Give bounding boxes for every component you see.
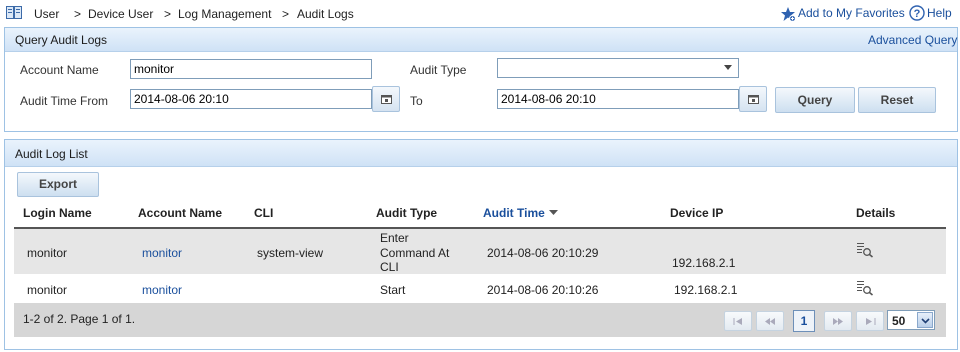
account-name-input[interactable]: [130, 59, 372, 79]
query-panel: Query Audit Logs Advanced Query Account …: [4, 27, 958, 132]
next-page-icon: [833, 318, 843, 325]
calendar-button-to[interactable]: [739, 86, 767, 112]
svg-text:?: ?: [914, 8, 921, 20]
column-header-login-name: Login Name: [23, 206, 92, 220]
pagination-summary: 1-2 of 2. Page 1 of 1.: [23, 312, 136, 326]
breadcrumb-separator: >: [164, 7, 172, 21]
query-button[interactable]: Query: [775, 87, 855, 113]
audit-type-line: Start: [380, 283, 406, 297]
book-icon: [6, 6, 22, 19]
to-label: To: [410, 94, 423, 108]
pagination-bar: 1-2 of 2. Page 1 of 1. 1 50: [14, 303, 946, 337]
account-name-link[interactable]: monitor: [142, 283, 182, 297]
chevron-down-icon: [921, 318, 930, 324]
account-name-label: Account Name: [20, 63, 99, 77]
list-panel-header: Audit Log List: [5, 140, 957, 167]
calendar-icon: [381, 95, 392, 104]
list-panel-title: Audit Log List: [15, 147, 88, 161]
audit-type-line: CLI: [380, 260, 399, 274]
breadcrumb-log-management[interactable]: Log Management: [178, 7, 271, 21]
audit-type-line: Enter: [380, 231, 409, 245]
table-row[interactable]: monitor monitor system-view Enter Comman…: [14, 229, 946, 274]
calendar-button-from[interactable]: [372, 86, 400, 112]
audit-type-label: Audit Type: [410, 63, 467, 77]
device-ip-cell: 192.168.2.1: [674, 283, 738, 297]
account-name-link[interactable]: monitor: [142, 246, 182, 260]
breadcrumb-user[interactable]: User: [34, 7, 59, 21]
breadcrumb-device-user[interactable]: Device User: [88, 7, 153, 21]
last-page-icon: [866, 318, 876, 325]
column-header-device-ip: Device IP: [670, 206, 724, 220]
sort-descending-icon[interactable]: [549, 210, 558, 216]
audit-time-from-input[interactable]: [130, 89, 372, 109]
previous-page-icon: [765, 318, 775, 325]
details-icon[interactable]: [856, 279, 874, 296]
column-header-cli: CLI: [254, 206, 274, 220]
audit-type-select[interactable]: [497, 58, 739, 78]
column-header-account-name: Account Name: [138, 206, 223, 220]
audit-time-to-input[interactable]: [497, 89, 739, 109]
login-name-cell: monitor: [27, 283, 68, 297]
page-size-value: 50: [892, 314, 906, 328]
page-size-select[interactable]: 50: [887, 310, 935, 330]
page-size-dropdown-button[interactable]: [917, 312, 933, 328]
previous-page-button[interactable]: [756, 311, 784, 331]
help-icon[interactable]: ?: [909, 5, 925, 21]
audit-type-line: Command At: [380, 246, 450, 260]
table-row[interactable]: monitor monitor Start 2014-08-06 20:10:2…: [14, 274, 946, 303]
first-page-icon: [733, 318, 742, 325]
add-to-favorites-link[interactable]: Add to My Favorites: [798, 6, 905, 20]
details-icon[interactable]: [856, 241, 874, 258]
cli-cell: system-view: [257, 246, 324, 260]
query-panel-header: Query Audit Logs Advanced Query: [5, 28, 957, 52]
breadcrumb-audit-logs: Audit Logs: [297, 7, 354, 21]
breadcrumb-separator: >: [74, 7, 82, 21]
last-page-button[interactable]: [856, 311, 884, 331]
breadcrumb-separator: >: [282, 7, 290, 21]
audit-time-cell: 2014-08-06 20:10:26: [487, 283, 599, 297]
top-bar: User > Device User > Log Management > Au…: [0, 0, 960, 28]
column-header-audit-time[interactable]: Audit Time: [483, 206, 545, 220]
export-button[interactable]: Export: [17, 172, 99, 197]
audit-time-from-label: Audit Time From: [20, 94, 109, 108]
dropdown-arrow-icon: [724, 65, 732, 70]
column-header-details: Details: [856, 206, 896, 220]
device-ip-cell: 192.168.2.1: [672, 256, 736, 270]
audit-time-cell: 2014-08-06 20:10:29: [487, 246, 599, 260]
query-panel-title: Query Audit Logs: [15, 33, 108, 47]
first-page-button[interactable]: [724, 311, 752, 331]
calendar-icon: [748, 95, 759, 104]
current-page-button[interactable]: 1: [793, 310, 815, 332]
reset-button[interactable]: Reset: [858, 87, 936, 113]
column-header-audit-type: Audit Type: [376, 206, 438, 220]
help-link[interactable]: Help: [927, 6, 952, 20]
next-page-button[interactable]: [824, 311, 852, 331]
star-add-icon[interactable]: [780, 6, 796, 22]
advanced-query-link[interactable]: Advanced Query: [868, 33, 957, 47]
login-name-cell: monitor: [27, 246, 68, 260]
